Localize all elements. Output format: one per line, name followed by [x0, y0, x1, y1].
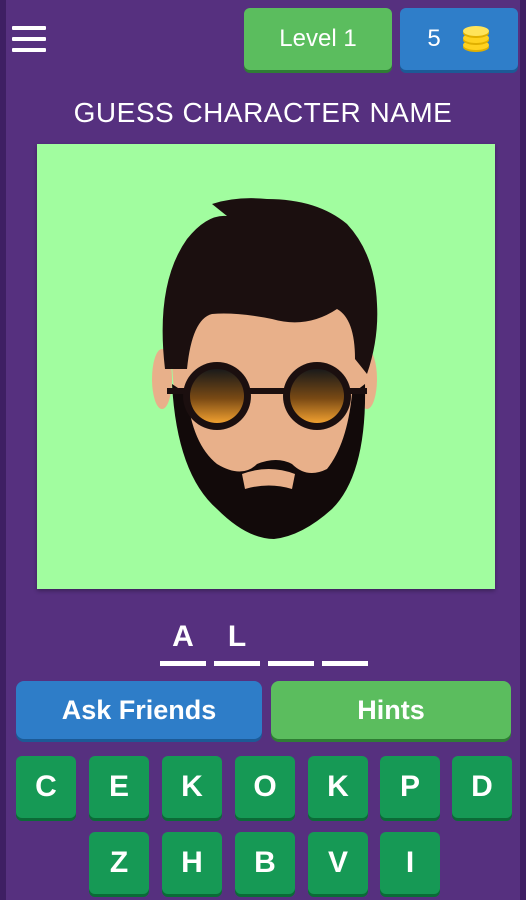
bearded-man-sunglasses-illustration	[152, 198, 378, 539]
answer-slot[interactable]	[268, 620, 314, 666]
answer-slots: A L	[160, 620, 374, 666]
letter-key[interactable]: K	[162, 756, 222, 818]
letter-key[interactable]: O	[235, 756, 295, 818]
letter-key[interactable]: K	[308, 756, 368, 818]
level-label: Level 1	[279, 25, 357, 52]
letter-key[interactable]: P	[380, 756, 440, 818]
coin-stack-icon	[462, 26, 489, 52]
level-button[interactable]: Level 1	[244, 8, 392, 70]
answer-slot[interactable]	[322, 620, 368, 666]
answer-slot[interactable]: L	[214, 620, 260, 666]
coin-count: 5	[427, 25, 441, 52]
letter-key[interactable]: Z	[89, 832, 149, 894]
coins-button[interactable]: 5	[400, 8, 518, 70]
letter-key[interactable]: V	[308, 832, 368, 894]
letter-key[interactable]: C	[16, 756, 76, 818]
letter-key[interactable]: H	[162, 832, 222, 894]
letter-key[interactable]: I	[380, 832, 440, 894]
hints-button[interactable]: Hints	[271, 681, 511, 739]
letter-key[interactable]: E	[89, 756, 149, 818]
letter-key[interactable]: B	[235, 832, 295, 894]
letter-key[interactable]: D	[452, 756, 512, 818]
ask-friends-button[interactable]: Ask Friends	[16, 681, 262, 739]
page-title: GUESS CHARACTER NAME	[73, 97, 453, 128]
hamburger-menu-icon[interactable]	[12, 26, 46, 52]
puzzle-image	[37, 144, 495, 589]
answer-slot[interactable]: A	[160, 620, 206, 666]
